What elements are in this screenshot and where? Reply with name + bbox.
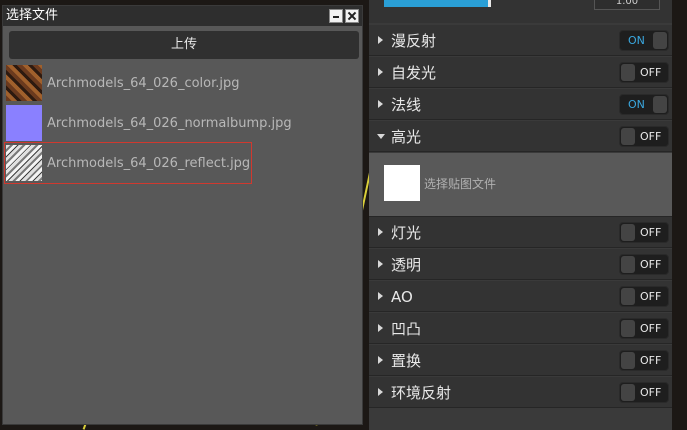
transparency-toggle[interactable]: OFF [619, 254, 669, 275]
environment-reflection-toggle[interactable]: OFF [619, 382, 669, 403]
row-label: AO [391, 288, 413, 306]
strength-slider[interactable] [384, 0, 488, 7]
row-specular[interactable]: 高光 OFF [369, 121, 672, 152]
file-item-reflect[interactable]: Archmodels_64_026_reflect.jpg [4, 142, 252, 184]
row-label: 漫反射 [391, 32, 437, 50]
row-label: 灯光 [391, 224, 422, 242]
light-toggle[interactable]: OFF [619, 222, 669, 243]
diffuse-toggle[interactable]: ON [619, 30, 669, 51]
toggle-state: ON [628, 34, 645, 47]
texture-hint[interactable]: 选择贴图文件 [424, 175, 496, 192]
toggle-state: OFF [640, 130, 662, 143]
minimize-icon[interactable] [329, 9, 343, 23]
emissive-toggle[interactable]: OFF [619, 62, 669, 83]
specular-texture-section: 选择贴图文件 [369, 153, 672, 217]
row-label: 自发光 [391, 64, 437, 82]
file-name: Archmodels_64_026_normalbump.jpg [47, 115, 292, 131]
ao-toggle[interactable]: OFF [619, 286, 669, 307]
row-emissive[interactable]: 自发光 OFF [369, 57, 672, 88]
close-icon[interactable] [345, 9, 359, 23]
file-item-color[interactable]: Archmodels_64_026_color.jpg [5, 63, 251, 103]
material-panel: 1.00 漫反射 ON 自发光 OFF 法线 ON 高光 OFF 选择贴图文件 [369, 0, 672, 430]
toggle-state: OFF [640, 354, 662, 367]
toggle-state: ON [628, 98, 645, 111]
toggle-state: OFF [640, 66, 662, 79]
specular-texture-swatch[interactable] [384, 165, 420, 201]
strength-value-input[interactable]: 1.00 [594, 0, 660, 10]
reflect-map-thumbnail [6, 145, 42, 181]
toggle-state: OFF [640, 258, 662, 271]
color-texture-thumbnail [6, 65, 42, 101]
scrollbar[interactable] [672, 0, 687, 430]
row-environment-reflection[interactable]: 环境反射 OFF [369, 377, 672, 408]
toggle-state: OFF [640, 386, 662, 399]
normal-map-thumbnail [6, 105, 42, 141]
file-item-normalbump[interactable]: Archmodels_64_026_normalbump.jpg [5, 103, 292, 143]
row-label: 法线 [391, 96, 422, 114]
toggle-state: OFF [640, 322, 662, 335]
slider-handle[interactable] [488, 0, 491, 7]
specular-toggle[interactable]: OFF [619, 126, 669, 147]
chevron-right-icon [378, 68, 383, 76]
row-ao[interactable]: AO OFF [369, 281, 672, 312]
bump-toggle[interactable]: OFF [619, 318, 669, 339]
file-chooser-dialog: 选择文件 上传 Archmodels_64_026_color.jpg Arch… [2, 5, 363, 425]
row-bump[interactable]: 凹凸 OFF [369, 313, 672, 344]
chevron-right-icon [378, 292, 383, 300]
normal-toggle[interactable]: ON [619, 94, 669, 115]
chevron-down-icon [377, 134, 385, 139]
toggle-state: OFF [640, 290, 662, 303]
row-label: 凹凸 [391, 320, 422, 338]
chevron-right-icon [378, 260, 383, 268]
row-label: 透明 [391, 256, 422, 274]
row-diffuse[interactable]: 漫反射 ON [369, 25, 672, 56]
row-label: 置换 [391, 352, 422, 370]
chevron-right-icon [378, 388, 383, 396]
upload-button[interactable]: 上传 [9, 31, 359, 59]
row-label: 环境反射 [391, 384, 452, 402]
chevron-right-icon [378, 228, 383, 236]
file-name: Archmodels_64_026_reflect.jpg [47, 155, 251, 171]
row-normal[interactable]: 法线 ON [369, 89, 672, 120]
row-label: 高光 [391, 128, 422, 146]
chevron-right-icon [378, 100, 383, 108]
displacement-toggle[interactable]: OFF [619, 350, 669, 371]
screen: 选择文件 上传 Archmodels_64_026_color.jpg Arch… [0, 0, 687, 430]
toggle-state: OFF [640, 226, 662, 239]
row-light[interactable]: 灯光 OFF [369, 217, 672, 248]
dialog-titlebar[interactable]: 选择文件 [3, 6, 362, 26]
dialog-title: 选择文件 [6, 8, 59, 23]
row-displacement[interactable]: 置换 OFF [369, 345, 672, 376]
chevron-right-icon [378, 356, 383, 364]
chevron-right-icon [378, 324, 383, 332]
strength-slider-row: 1.00 [369, 0, 672, 23]
chevron-right-icon [378, 36, 383, 44]
row-transparency[interactable]: 透明 OFF [369, 249, 672, 280]
file-name: Archmodels_64_026_color.jpg [47, 75, 240, 91]
